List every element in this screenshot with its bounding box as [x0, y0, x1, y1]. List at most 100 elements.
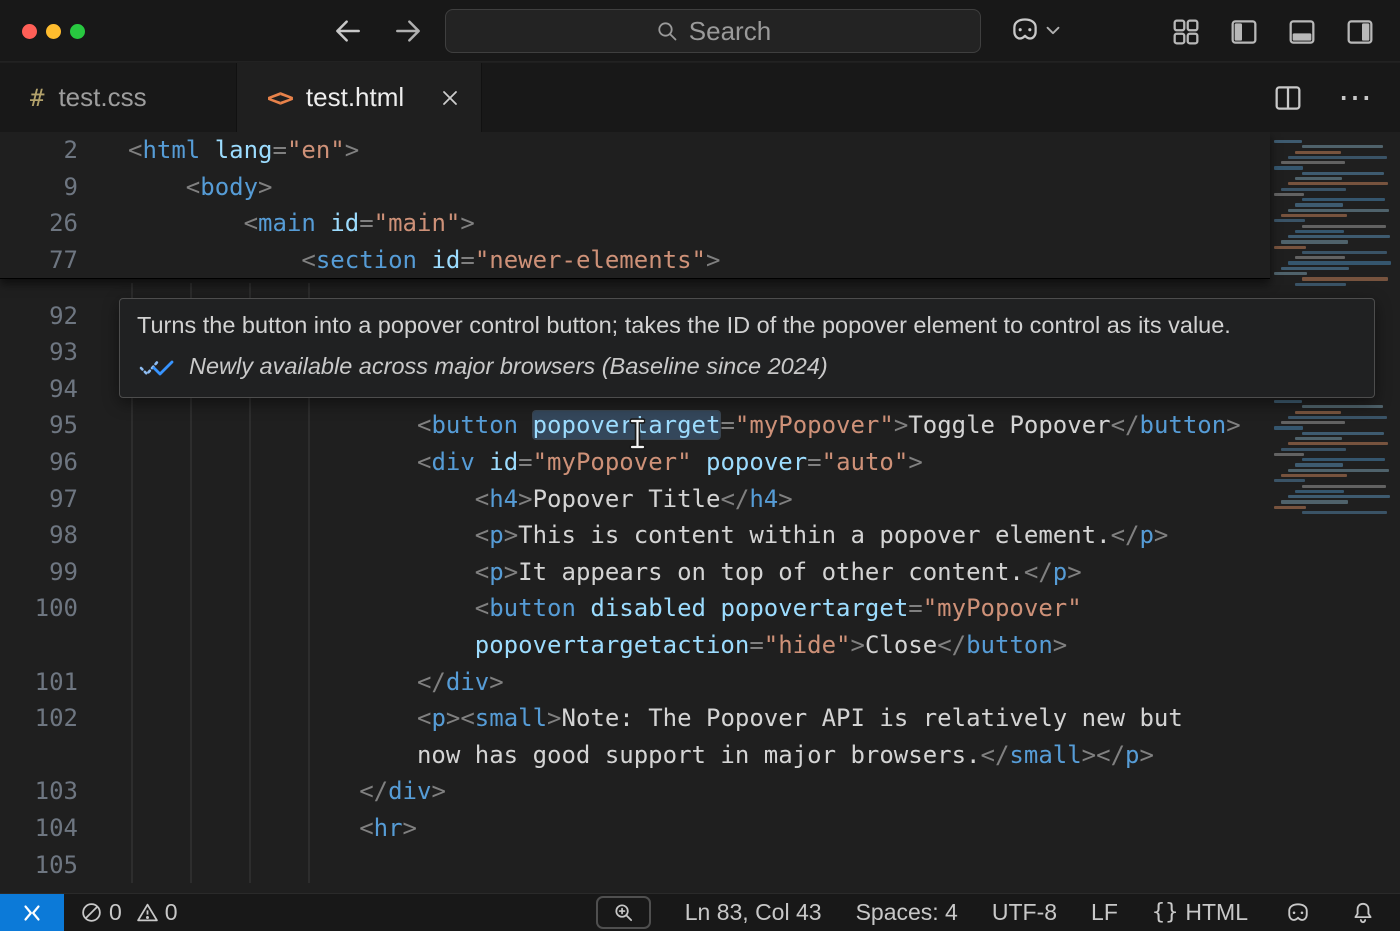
code-text: </div> — [128, 664, 504, 701]
zoom-indicator[interactable] — [596, 896, 651, 929]
line-number: 94 — [0, 371, 78, 408]
line-number: 97 — [0, 481, 78, 518]
code-text: <html lang="en"> — [128, 132, 359, 169]
layout-sidebar-left-icon — [1228, 16, 1260, 48]
copilot-menu-button[interactable] — [1006, 11, 1066, 49]
code-text: <p>This is content within a popover elem… — [128, 517, 1168, 554]
code-line[interactable]: now has good support in major browsers.<… — [0, 737, 1270, 774]
minimize-window-button[interactable] — [46, 24, 61, 39]
close-window-button[interactable] — [22, 24, 37, 39]
warning-count: 0 — [165, 899, 178, 926]
toggle-panel-button[interactable] — [1284, 14, 1320, 50]
hover-tooltip: Turns the button into a popover control … — [119, 298, 1375, 398]
search-input[interactable]: Search — [445, 9, 981, 53]
line-number: 93 — [0, 334, 78, 371]
tab-label: test.html — [306, 82, 404, 113]
code-line[interactable]: 103 </div> — [0, 773, 1270, 810]
code-text: <button popovertarget="myPopover">Toggle… — [128, 407, 1241, 444]
split-editor-button[interactable] — [1270, 80, 1306, 116]
problems-button[interactable]: 0 0 — [80, 899, 178, 926]
layout-panel-icon — [1286, 16, 1318, 48]
line-number: 2 — [0, 132, 78, 169]
tab-test-css[interactable]: # test.css — [0, 63, 237, 132]
window-controls — [22, 24, 85, 39]
line-number: 9 — [0, 169, 78, 206]
line-number: 104 — [0, 810, 78, 847]
copilot-icon — [1008, 13, 1042, 47]
remote-icon — [19, 900, 45, 926]
baseline-note: Newly available across major browsers (B… — [189, 353, 828, 380]
sticky-line[interactable]: 2 <html lang="en"> — [0, 132, 1140, 169]
layout-sidebar-right-icon — [1344, 16, 1376, 48]
customize-layout-icon — [1170, 16, 1202, 48]
arrow-left-icon — [332, 15, 364, 47]
back-button[interactable] — [330, 13, 366, 49]
tab-test-html[interactable]: <> test.html — [237, 63, 482, 132]
line-number: 77 — [0, 242, 78, 279]
code-text: </div> — [128, 773, 446, 810]
line-number: 100 — [0, 590, 78, 627]
zoom-window-button[interactable] — [70, 24, 85, 39]
code-line[interactable]: 104 <hr> — [0, 810, 1270, 847]
code-line[interactable]: 99 <p>It appears on top of other content… — [0, 554, 1270, 591]
sticky-line[interactable]: 9 <body> — [0, 169, 1140, 206]
line-number: 95 — [0, 407, 78, 444]
chevron-down-icon — [1042, 19, 1064, 41]
minimap[interactable] — [1270, 132, 1400, 893]
forward-button[interactable] — [390, 13, 426, 49]
more-actions-button[interactable]: ⋯ — [1336, 79, 1374, 117]
sticky-line[interactable]: 26 <main id="main"> — [0, 205, 1140, 242]
line-number: 102 — [0, 700, 78, 737]
code-text: <h4>Popover Title</h4> — [128, 481, 793, 518]
code-text: <p><small>Note: The Popover API is relat… — [128, 700, 1183, 737]
code-line[interactable]: 98 <p>This is content within a popover e… — [0, 517, 1270, 554]
notifications-button[interactable] — [1348, 898, 1378, 928]
close-tab-icon[interactable] — [440, 88, 460, 108]
indentation-setting[interactable]: Spaces: 4 — [856, 899, 958, 926]
code-line[interactable]: 100 <button disabled popovertarget="myPo… — [0, 590, 1270, 627]
cursor-position[interactable]: Ln 83, Col 43 — [685, 899, 822, 926]
arrow-right-icon — [392, 15, 424, 47]
code-text: popovertargetaction="hide">Close</button… — [128, 627, 1067, 664]
status-bar: 0 0 Ln 83, Col 43 Spaces: 4 UTF-8 LF {} … — [0, 893, 1400, 931]
line-number: 99 — [0, 554, 78, 591]
search-placeholder: Search — [689, 16, 771, 47]
sticky-scroll: 2<html lang="en">9 <body>26 <main id="ma… — [0, 132, 1270, 279]
encoding-setting[interactable]: UTF-8 — [992, 899, 1057, 926]
warning-icon — [136, 901, 159, 924]
sticky-line[interactable]: 77 <section id="newer-elements"> — [0, 242, 1140, 279]
error-icon — [80, 901, 103, 924]
minimap-block — [1274, 140, 1398, 288]
toggle-secondary-sidebar-button[interactable] — [1342, 14, 1378, 50]
eol-setting[interactable]: LF — [1091, 899, 1118, 926]
css-file-icon: # — [30, 84, 44, 112]
copilot-icon — [1284, 899, 1312, 927]
code-line[interactable]: 96 <div id="myPopover" popover="auto"> — [0, 444, 1270, 481]
code-line[interactable]: 97 <h4>Popover Title</h4> — [0, 481, 1270, 518]
error-count: 0 — [109, 899, 122, 926]
code-line[interactable]: 105 — [0, 847, 1270, 884]
line-number: 92 — [0, 298, 78, 335]
code-line[interactable]: 102 <p><small>Note: The Popover API is r… — [0, 700, 1270, 737]
code-text: <button disabled popovertarget="myPopove… — [128, 590, 1082, 627]
baseline-icon — [137, 355, 177, 379]
customize-layout-button[interactable] — [1168, 14, 1204, 50]
copilot-status-button[interactable] — [1282, 897, 1314, 929]
code-text: <section id="newer-elements"> — [128, 242, 720, 279]
code-text: <div id="myPopover" popover="auto"> — [128, 444, 923, 481]
toggle-primary-sidebar-button[interactable] — [1226, 14, 1262, 50]
search-icon — [655, 19, 679, 43]
braces-icon: {} — [1152, 900, 1179, 925]
line-number: 101 — [0, 664, 78, 701]
code-line[interactable]: 95 <button popovertarget="myPopover">Tog… — [0, 407, 1270, 444]
language-mode[interactable]: {} HTML — [1152, 899, 1248, 926]
split-editor-icon — [1272, 82, 1304, 114]
code-text: <body> — [128, 169, 273, 206]
code-line[interactable]: 101 </div> — [0, 664, 1270, 701]
code-text: <main id="main"> — [128, 205, 475, 242]
editor[interactable]: 92939495 <button popovertarget="myPopove… — [0, 132, 1400, 893]
line-number: 26 — [0, 205, 78, 242]
line-number: 105 — [0, 847, 78, 884]
remote-indicator[interactable] — [0, 894, 64, 931]
code-line[interactable]: popovertargetaction="hide">Close</button… — [0, 627, 1270, 664]
